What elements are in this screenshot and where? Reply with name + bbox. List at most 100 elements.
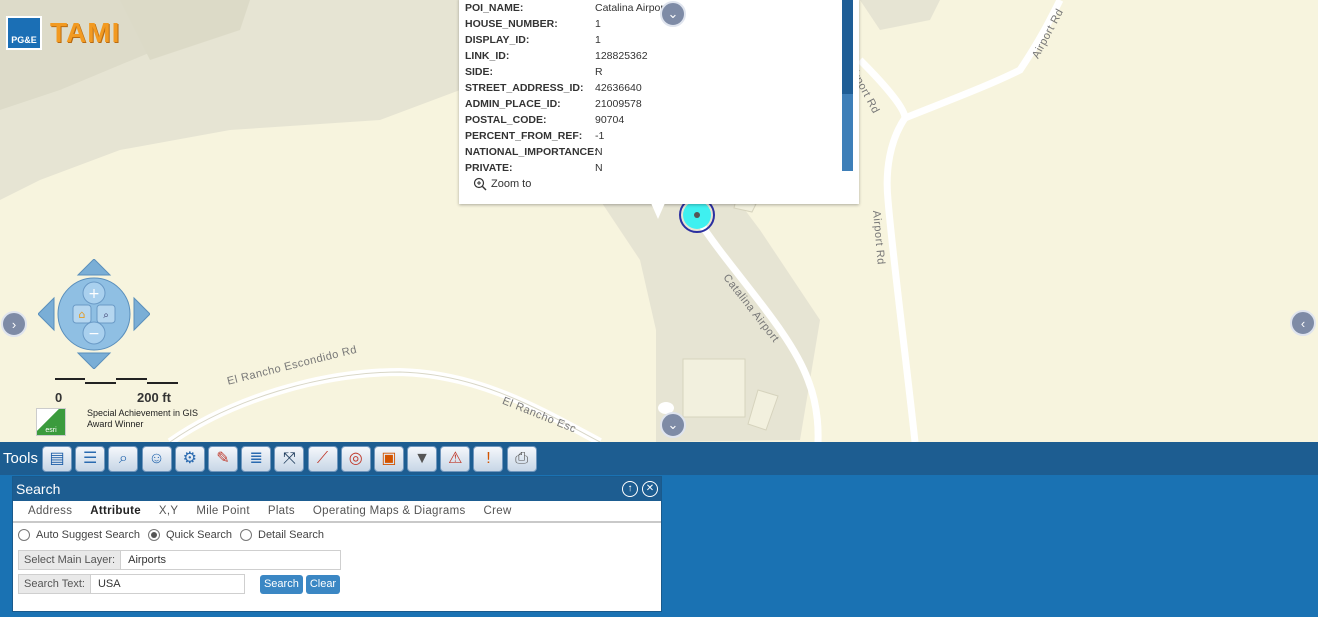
scale-bar [55,378,178,384]
attribute-key: NATIONAL_IMPORTANCE: [465,146,598,158]
radio-circle[interactable] [18,529,30,541]
tab-mile-point[interactable]: Mile Point [196,505,250,517]
attribute-key: STREET_ADDRESS_ID: [465,82,584,94]
search-text-row: Search Text: USA Search Clear [18,574,341,594]
attribute-value: N [595,162,603,174]
select-area-tool-button[interactable]: ▣ [373,445,404,472]
attribute-value: 21009578 [595,98,642,110]
filter-icon: ▼ [414,449,431,467]
attribute-key: LINK_ID: [465,50,510,62]
attribute-key: SIDE: [465,66,494,78]
map-tools-tool-button[interactable]: ✎ [207,445,238,472]
pan-down-button[interactable] [76,352,112,369]
popup-pointer [651,203,665,219]
search-text-input[interactable]: USA [90,574,245,594]
tab-crew[interactable]: Crew [484,505,512,517]
attribute-key: HOUSE_NUMBER: [465,18,558,30]
radio-circle[interactable] [147,529,160,541]
warning-edit-icon: ⚠ [448,449,463,467]
pan-right-button[interactable] [133,296,150,332]
alert-icon: ! [486,449,491,467]
right-panel-expand-button[interactable]: ‹ [1290,310,1316,336]
tab-attribute[interactable]: Attribute [90,505,141,517]
zoom-to-label: Zoom to [491,178,532,190]
popup-attribute-row: DISPLAY_ID: 1 [465,32,845,48]
identify-tool-button[interactable]: ⌕ [108,445,139,472]
collapse-panel-button[interactable]: ↑ [622,481,638,497]
attribute-key: DISPLAY_ID: [465,34,530,46]
warning-edit-tool-button[interactable]: ⚠ [440,445,471,472]
award-line-2: Award Winner [87,419,144,429]
search-panel-title: Search [16,481,61,497]
popup-attribute-row: ADMIN_PLACE_ID: 21009578 [465,96,845,112]
popup-attribute-row: STREET_ADDRESS_ID: 42636640 [465,80,845,96]
attribute-value: 90704 [595,114,625,126]
home-icon: ⌂ [79,308,86,321]
info-popup: POI_NAME: Catalina Airport HOUSE_NUMBER: 1 D… [459,0,859,204]
pan-up-button[interactable] [76,259,112,276]
pge-logo: PG&E [6,16,42,50]
radio-quick-search[interactable]: Quick Search [147,529,232,541]
tab-address[interactable]: Address [28,505,72,517]
layers-icon: ▤ [49,449,65,467]
popup-attribute-row: PERCENT_FROM_REF: -1 [465,128,845,144]
layer-list-tool-button[interactable]: ≣ [241,445,272,472]
buffer-icon: ◎ [348,449,363,467]
chevron-right-icon: › [11,316,17,332]
tools-label: Tools [3,450,39,467]
print-tool-button[interactable]: ⎙ [506,445,537,472]
bottom-panel-toggle-button[interactable]: ⌄ [660,412,686,438]
alert-tool-button[interactable]: ! [473,445,504,472]
search-text-label: Search Text: [18,574,91,594]
popup-attribute-row: PRIVATE: N [465,160,845,176]
buffer-tool-button[interactable]: ◎ [340,445,371,472]
map-navigation-control: + − ⌂ ⌕ [38,259,150,369]
left-panel-expand-button[interactable]: › [1,311,27,337]
popup-collapse-button[interactable]: ⌄ [660,1,686,27]
radio-label: Auto Suggest Search [36,529,140,541]
measure-tool-button[interactable]: ⤧ [274,445,305,472]
pan-left-button[interactable] [38,296,55,332]
settings-gears-icon: ⚙ [182,449,197,467]
attribute-key: PRIVATE: [465,162,513,174]
arrow-up-icon: ↑ [627,483,633,494]
popup-scrollbar[interactable] [842,0,853,171]
radio-auto-suggest-search[interactable]: Auto Suggest Search [18,529,140,541]
search-panel: Search ↑ ✕ Address Attribute X,Y Mile Point… [12,476,662,612]
chevron-down-icon: ⌄ [667,417,679,432]
main-layer-row: Select Main Layer: Airports [18,550,342,570]
search-mode-radios: Auto Suggest Search Quick Search Detail Se… [13,525,661,545]
zoom-to-link[interactable]: Zoom to [473,177,531,191]
attribute-value: N [595,146,603,158]
legend-list-tool-button[interactable]: ☰ [75,445,106,472]
chevron-down-icon: ⌄ [667,6,679,21]
search-button[interactable]: Search [259,574,303,594]
user-search-icon: ☺ [148,449,165,467]
settings-gears-tool-button[interactable]: ⚙ [174,445,205,472]
award-line-1: Special Achievement in GIS [87,408,199,418]
popup-attributes: POI_NAME: Catalina Airport HOUSE_NUMBER: 1 D… [465,0,845,176]
map-view[interactable]: PG&E TAMI El Rancho Escondido Rd El Ranc… [0,0,1318,442]
user-search-tool-button[interactable]: ☺ [141,445,172,472]
tab-plats[interactable]: Plats [268,505,295,517]
svg-text:−: − [88,326,100,342]
popup-scrollbar-thumb[interactable] [842,0,853,94]
attribute-value: 1 [595,18,601,30]
select-area-icon: ▣ [381,449,397,467]
close-panel-button[interactable]: ✕ [642,481,658,497]
svg-text:+: + [88,286,100,302]
tab-x-y[interactable]: X,Y [159,505,178,517]
popup-attribute-row: NATIONAL_IMPORTANCE: N [465,144,845,160]
radio-circle[interactable] [240,529,252,541]
main-layer-select[interactable]: Airports [121,550,342,570]
filter-tool-button[interactable]: ▼ [407,445,438,472]
tools-toolbar: Tools ▤ ☰ ⌕ ☺ ⚙ ✎ ≣ ⤧ ⟋ ◎ ▣ ▼ ⚠! ⎙ [0,442,1318,475]
clear-button[interactable]: Clear [305,574,341,594]
attribute-value: Catalina Airport [595,2,667,14]
layers-tool-button[interactable]: ▤ [42,445,73,472]
radio-detail-search[interactable]: Detail Search [240,529,324,541]
attribute-value: 1 [595,34,601,46]
tab-operating-maps-diagrams[interactable]: Operating Maps & Diagrams [313,505,466,517]
trace-tool-button[interactable]: ⟋ [307,445,338,472]
esri-logo: esri [36,408,66,436]
